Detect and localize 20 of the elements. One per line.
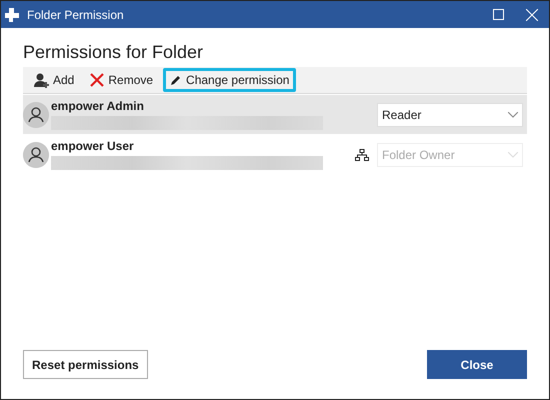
user-name: empower User bbox=[51, 139, 135, 153]
close-icon bbox=[526, 8, 538, 20]
avatar-icon bbox=[23, 142, 49, 168]
chevron-down-icon bbox=[508, 152, 518, 158]
heading: Permissions for Folder bbox=[23, 42, 204, 63]
user-name: empower Admin bbox=[51, 99, 145, 113]
window-title: Folder Permission bbox=[27, 8, 125, 22]
user-add-icon bbox=[33, 72, 49, 88]
toolbar-button[interactable]: Remove bbox=[84, 68, 160, 92]
toolbar-button[interactable]: Change permission bbox=[163, 68, 296, 92]
close-dialog-button[interactable]: Close bbox=[427, 350, 527, 379]
user-row[interactable]: empower Admin Reader bbox=[23, 95, 527, 134]
pencil-icon bbox=[170, 74, 182, 86]
chevron-down-icon bbox=[508, 112, 518, 118]
close-icon bbox=[90, 73, 104, 87]
permission-dropdown[interactable]: Reader bbox=[377, 102, 523, 126]
toolbar-button[interactable]: Add bbox=[27, 68, 80, 92]
reset-button[interactable]: Reset permissions bbox=[23, 350, 148, 379]
app-icon bbox=[5, 8, 19, 22]
maximize-icon bbox=[492, 9, 504, 20]
